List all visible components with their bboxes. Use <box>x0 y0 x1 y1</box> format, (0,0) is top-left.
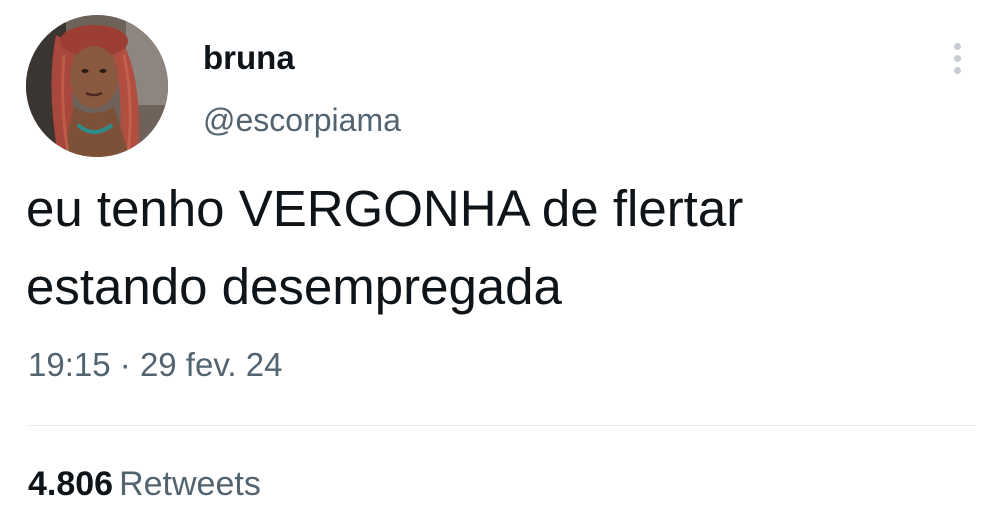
tweet-time: 19:15 <box>28 346 111 383</box>
author-display-name[interactable]: bruna <box>203 38 295 78</box>
avatar-photo <box>26 15 168 157</box>
more-options-button[interactable] <box>940 38 974 78</box>
tweet-text-line: estando desempregada <box>26 258 562 315</box>
meta-separator: · <box>119 346 131 383</box>
divider <box>28 425 976 426</box>
more-vertical-icon <box>953 54 961 62</box>
retweets-label: Retweets <box>119 465 261 503</box>
author-handle[interactable]: @escorpiama <box>203 100 401 140</box>
tweet-text: eu tenho VERGONHA de flertar estando des… <box>26 170 976 326</box>
avatar[interactable] <box>26 15 168 157</box>
tweet-date: 29 fev. 24 <box>139 346 283 383</box>
tweet-timestamp[interactable]: 19:15 · 29 fev. 24 <box>28 345 282 385</box>
retweets-stat[interactable]: 4.806 Retweets <box>28 462 261 506</box>
tweet-text-line: eu tenho VERGONHA de flertar <box>26 180 744 237</box>
tweet-card: bruna @escorpiama eu tenho VERGONHA de f… <box>0 0 1000 524</box>
more-vertical-icon <box>953 66 961 74</box>
more-vertical-icon <box>953 42 961 50</box>
retweets-count: 4.806 <box>28 465 114 503</box>
